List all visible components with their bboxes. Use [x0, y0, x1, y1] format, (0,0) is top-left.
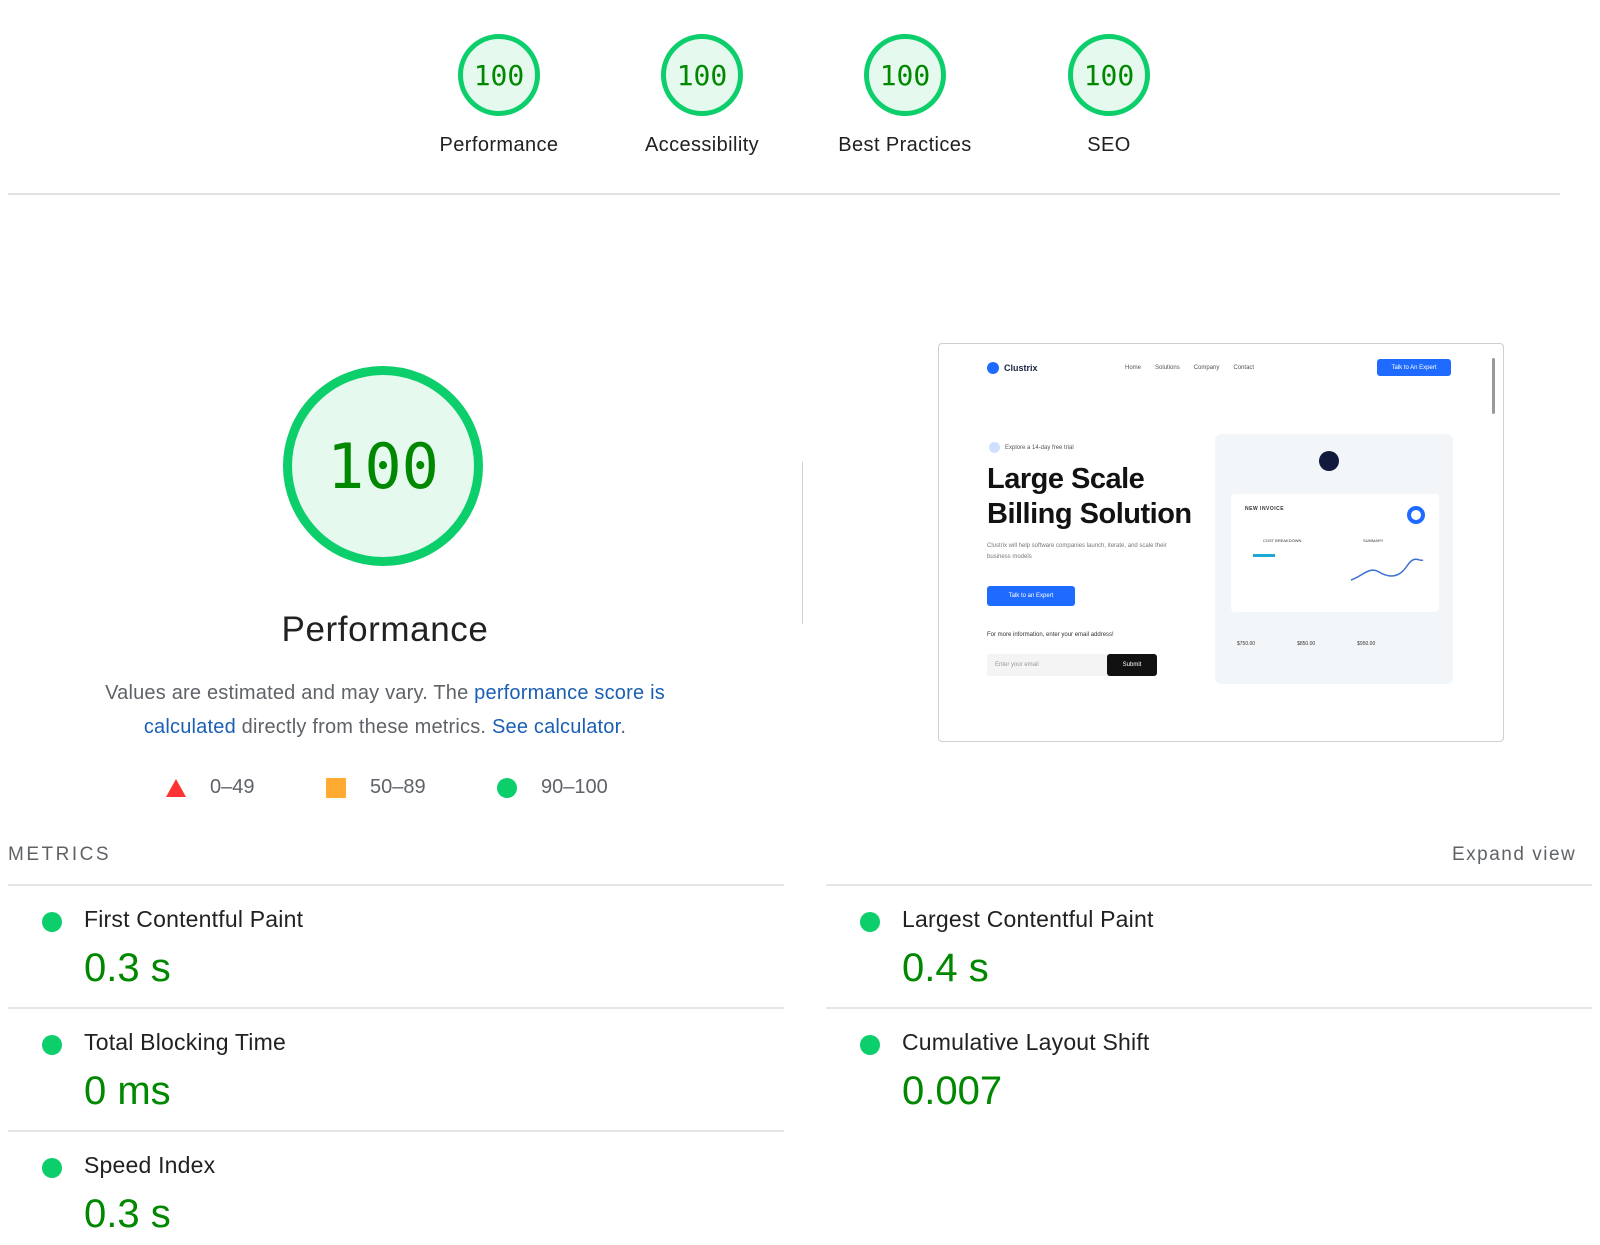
- expand-view-toggle[interactable]: Expand view: [1452, 844, 1576, 866]
- thumb-subtext: Clustrix will help software companies la…: [987, 543, 1167, 560]
- thumb-info: For more information, enter your email a…: [987, 632, 1114, 638]
- amount: $750.00: [1237, 641, 1256, 647]
- amount: $850.00: [1297, 641, 1316, 647]
- see-calculator-link[interactable]: See calculator: [492, 716, 620, 738]
- desc-text: .: [620, 716, 627, 738]
- gauge-label: Best Practices: [838, 134, 972, 156]
- thumb-trial: Explore a 14-day free trial: [989, 442, 1074, 453]
- divider: [8, 884, 784, 886]
- legend-pass: 90–100: [497, 776, 608, 799]
- metric-name: Largest Contentful Paint: [902, 906, 1154, 932]
- legend-range: 90–100: [541, 776, 608, 798]
- logo-icon: [987, 362, 999, 374]
- amount: $950.00: [1357, 641, 1376, 647]
- score-ring: 100: [1068, 34, 1150, 116]
- desc-text: Values are estimated and may vary. The: [105, 682, 475, 704]
- divider: [826, 1007, 1592, 1009]
- gauge-seo[interactable]: 100 SEO: [1024, 34, 1194, 157]
- metric-name: Total Blocking Time: [84, 1029, 286, 1055]
- nav-item: Contact: [1233, 365, 1255, 371]
- metric-name: First Contentful Paint: [84, 906, 304, 932]
- pass-dot-icon: [42, 1158, 62, 1178]
- score-ring: 100: [864, 34, 946, 116]
- nav-item: Company: [1193, 365, 1220, 371]
- divider: [8, 193, 1560, 195]
- score-ring: 100: [458, 34, 540, 116]
- gauge-best-practices[interactable]: 100 Best Practices: [820, 34, 990, 157]
- circle-icon: [497, 777, 517, 798]
- pass-dot-icon: [42, 912, 62, 932]
- gauge-label: SEO: [1087, 134, 1131, 156]
- gauge-performance[interactable]: 100 Performance: [414, 34, 584, 157]
- legend-range: 0–49: [210, 776, 255, 798]
- triangle-icon: [166, 778, 186, 797]
- gauge-label: Accessibility: [644, 134, 760, 156]
- legend-average: 50–89: [326, 776, 426, 799]
- summary-chart-icon: [1350, 558, 1424, 581]
- thumb-logo: Clustrix: [987, 362, 1038, 374]
- pass-dot-icon: [860, 1035, 880, 1055]
- invoice-title: NEW INVOICE: [1245, 506, 1285, 512]
- thumb-headline: Large Scale Billing Solution: [987, 463, 1192, 530]
- performance-score-gauge: 100: [283, 366, 483, 566]
- thumb-invoice-card: NEW INVOICE COST BREAKDOWN SUMMARY: [1231, 494, 1439, 612]
- gauge-label: Performance: [439, 134, 559, 156]
- final-screenshot[interactable]: Clustrix Home Solutions Company Contact …: [938, 343, 1504, 742]
- metric-value: 0.4 s: [902, 946, 989, 990]
- metric-value: 0.007: [902, 1069, 1003, 1113]
- metric-value: 0 ms: [84, 1069, 171, 1113]
- divider: [8, 1130, 784, 1132]
- ring-icon: [1407, 506, 1425, 524]
- divider: [826, 884, 1592, 886]
- score-ring: 100: [661, 34, 743, 116]
- summary-label: SUMMARY: [1363, 538, 1384, 543]
- thumb-header-button: Talk to An Expert: [1377, 359, 1451, 376]
- brand-name: Clustrix: [1004, 363, 1038, 373]
- nav-item: Solutions: [1155, 365, 1180, 371]
- pass-dot-icon: [860, 912, 880, 932]
- thumb-node-icon: [1319, 451, 1339, 471]
- bar-icon: [1253, 554, 1275, 557]
- thumb-submit: Submit: [1107, 654, 1157, 676]
- metric-name: Cumulative Layout Shift: [902, 1029, 1150, 1055]
- legend-range: 50–89: [370, 776, 426, 798]
- metrics-heading: METRICS: [8, 844, 111, 865]
- thumb-cta: Talk to an Expert: [987, 586, 1075, 606]
- legend-fail: 0–49: [166, 776, 255, 799]
- vertical-divider: [802, 462, 803, 624]
- gauge-accessibility[interactable]: 100 Accessibility: [617, 34, 787, 157]
- performance-title: Performance: [281, 610, 489, 649]
- divider: [8, 1007, 784, 1009]
- trial-text: Explore a 14-day free trial: [1005, 444, 1074, 451]
- metric-name: Speed Index: [84, 1152, 216, 1178]
- metric-value: 0.3 s: [84, 1192, 171, 1236]
- performance-description: Values are estimated and may vary. The p…: [80, 676, 690, 744]
- arrow-icon: [989, 442, 1000, 453]
- metric-value: 0.3 s: [84, 946, 171, 990]
- cost-breakdown-label: COST BREAKDOWN: [1263, 538, 1302, 543]
- nav-item: Home: [1125, 365, 1142, 371]
- desc-text: directly from these metrics.: [235, 716, 492, 738]
- pass-dot-icon: [42, 1035, 62, 1055]
- square-icon: [326, 777, 346, 798]
- thumb-nav: Home Solutions Company Contact: [1125, 365, 1254, 371]
- thumb-amounts: $750.00 $850.00 $950.00: [1237, 641, 1375, 647]
- scrollbar: [1492, 358, 1495, 414]
